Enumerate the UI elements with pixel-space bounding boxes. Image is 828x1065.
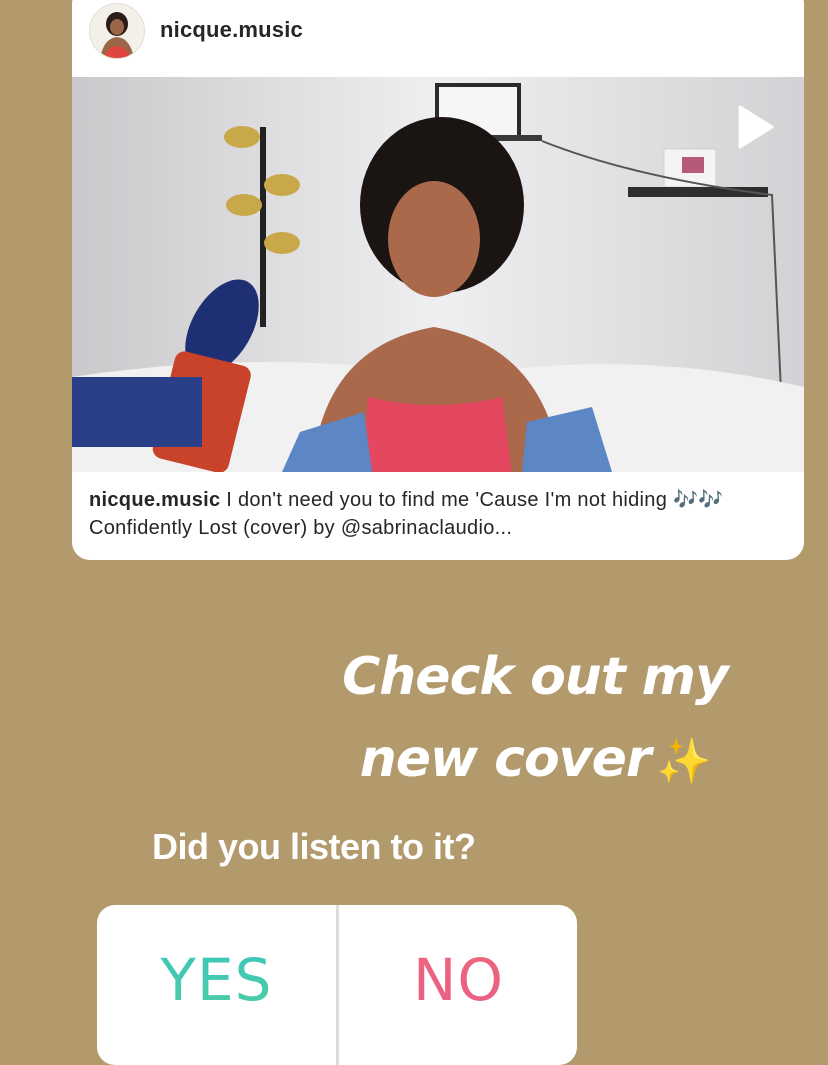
play-icon[interactable] bbox=[730, 103, 778, 151]
poll-sticker: YES NO bbox=[97, 905, 577, 1065]
poll-yes-button[interactable]: YES bbox=[97, 905, 336, 1055]
poll-question: Did you listen to it? bbox=[152, 826, 476, 867]
story-text: Check out my new cover ✨ bbox=[300, 636, 770, 803]
video-thumbnail[interactable] bbox=[72, 77, 804, 472]
avatar[interactable] bbox=[89, 3, 145, 59]
post-username[interactable]: nicque.music bbox=[160, 17, 303, 43]
poll-no-button[interactable]: NO bbox=[339, 905, 577, 1055]
caption-username[interactable]: nicque.music bbox=[89, 489, 220, 511]
story-line-2-text: new cover bbox=[359, 729, 652, 789]
story-line-1: Check out my bbox=[342, 647, 729, 707]
story-line-2: new cover ✨ bbox=[300, 718, 770, 803]
post-header: nicque.music bbox=[72, 0, 804, 63]
shared-post-card[interactable]: nicque.music nicque.music I don't need y… bbox=[72, 0, 804, 560]
post-caption: nicque.music I don't need you to find me… bbox=[89, 486, 789, 542]
sparkle-icon: ✨ bbox=[656, 736, 712, 787]
